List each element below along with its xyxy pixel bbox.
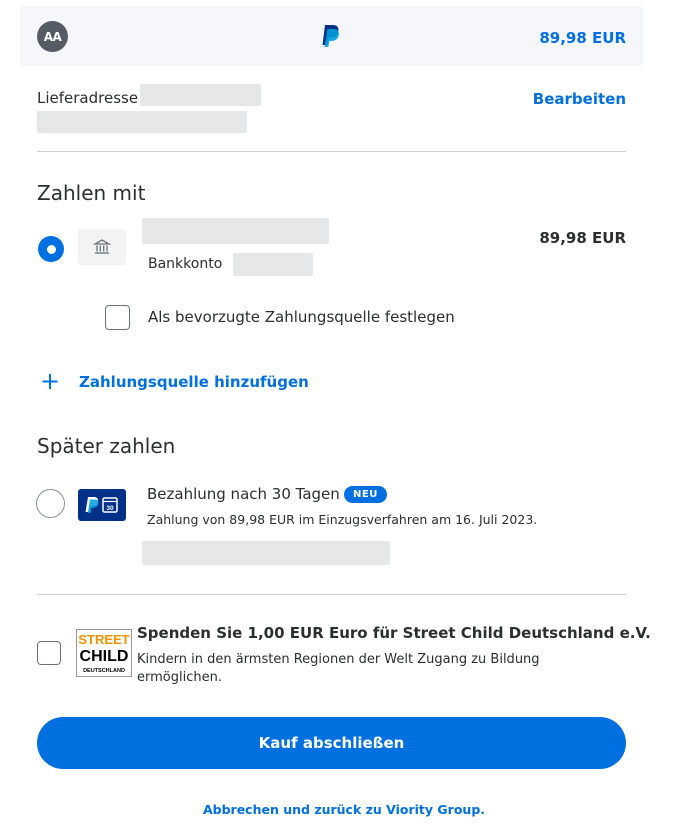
street-child-logo: STREET CHILD DEUTSCHLAND bbox=[76, 629, 132, 677]
preferred-source-checkbox[interactable] bbox=[105, 305, 130, 330]
svg-text:DEUTSCHLAND: DEUTSCHLAND bbox=[83, 668, 125, 674]
preferred-source-label: Als bevorzugte Zahlungsquelle festlegen bbox=[148, 308, 455, 326]
new-badge: NEU bbox=[344, 486, 387, 503]
bank-source-radio[interactable] bbox=[38, 236, 64, 262]
redacted-account-number bbox=[233, 253, 313, 276]
pay-later-radio[interactable] bbox=[36, 489, 65, 518]
bank-icon bbox=[78, 229, 126, 265]
cancel-return-link[interactable]: Abbrechen und zurück zu Viority Group. bbox=[0, 802, 688, 817]
plus-icon[interactable]: + bbox=[40, 369, 60, 393]
donation-subtitle: Kindern in den ärmsten Regionen der Welt… bbox=[137, 652, 540, 685]
paypal-calendar-icon: 30 bbox=[85, 497, 118, 513]
add-payment-source-link[interactable]: Zahlungsquelle hinzufügen bbox=[79, 373, 309, 391]
order-total: 89,98 EUR bbox=[539, 29, 626, 47]
divider bbox=[37, 151, 626, 152]
bank-building-icon bbox=[93, 239, 111, 254]
pay-later-option-subtitle: Zahlung von 89,98 EUR im Einzugsverfahre… bbox=[147, 512, 538, 527]
redacted-bank-name bbox=[142, 218, 329, 244]
avatar-initials: AA bbox=[43, 29, 62, 44]
complete-purchase-button[interactable]: Kauf abschließen bbox=[37, 717, 626, 769]
shipping-label: Lieferadresse bbox=[37, 89, 139, 107]
divider bbox=[37, 594, 626, 595]
pay-later-title: Später zahlen bbox=[37, 434, 176, 458]
bank-type-label: Bankkonto bbox=[148, 256, 223, 272]
bank-amount: 89,98 EUR bbox=[539, 229, 626, 247]
svg-text:STREET: STREET bbox=[78, 632, 129, 647]
redacted-pay-later-detail bbox=[142, 541, 390, 565]
pay-later-option-title: Bezahlung nach 30 Tagen bbox=[147, 485, 340, 503]
pay-with-title: Zahlen mit bbox=[37, 181, 146, 205]
paypal-logo-icon bbox=[322, 25, 339, 47]
redacted-address bbox=[37, 111, 247, 133]
donation-checkbox[interactable] bbox=[37, 641, 61, 665]
avatar[interactable]: AA bbox=[37, 21, 68, 52]
paypal-pay-later-icon: 30 bbox=[78, 489, 126, 521]
edit-shipping-link[interactable]: Bearbeiten bbox=[533, 90, 626, 108]
complete-purchase-label: Kauf abschließen bbox=[258, 734, 405, 752]
street-child-logo-icon: STREET CHILD DEUTSCHLAND bbox=[77, 630, 131, 676]
svg-text:CHILD: CHILD bbox=[80, 648, 129, 665]
donation-title: Spenden Sie 1,00 EUR Euro für Street Chi… bbox=[137, 624, 651, 642]
svg-text:30: 30 bbox=[106, 505, 114, 512]
redacted-name bbox=[140, 84, 261, 106]
